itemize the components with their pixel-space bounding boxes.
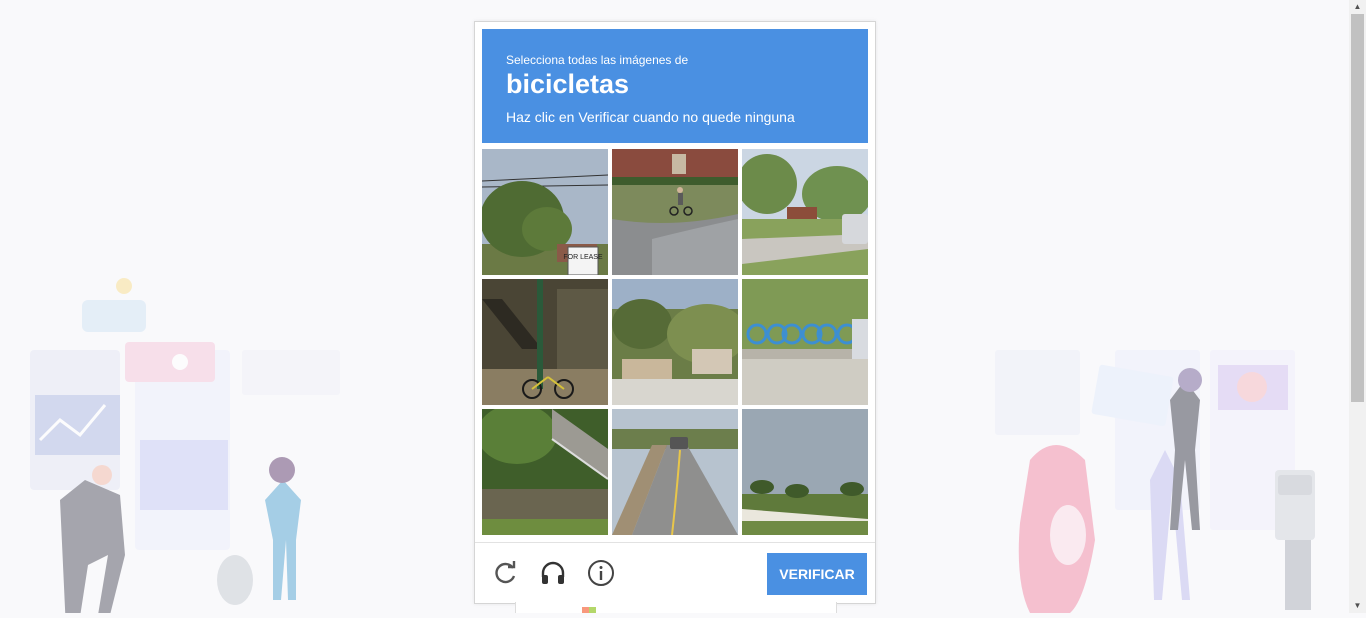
image-tile-1[interactable]: FOR LEASE [482, 149, 608, 275]
image-tile-9[interactable] [742, 409, 868, 535]
verify-button[interactable]: VERIFICAR [767, 553, 867, 595]
image-tile-4[interactable] [482, 279, 608, 405]
refresh-icon[interactable] [491, 559, 519, 587]
challenge-footer: VERIFICAR [475, 542, 875, 604]
scrollbar-thumb[interactable] [1351, 14, 1364, 402]
scroll-up-icon[interactable]: ▲ [1349, 0, 1366, 14]
microsoft-logo-icon [582, 607, 596, 613]
for-lease-sign-text: FOR LEASE [563, 254, 603, 261]
page-scrollbar[interactable]: ▲ ▼ [1349, 0, 1366, 613]
background-card [515, 602, 837, 613]
image-tile-3[interactable] [742, 149, 868, 275]
instruction-text: Selecciona todas las imágenes de [506, 53, 689, 67]
right-illustration [990, 340, 1340, 613]
image-grid: FOR LEASE [482, 149, 868, 535]
scroll-down-icon[interactable]: ▼ [1349, 599, 1366, 613]
captcha-challenge: Selecciona todas las imágenes de bicicle… [474, 21, 876, 604]
image-tile-8[interactable] [612, 409, 738, 535]
left-illustration [20, 270, 350, 618]
info-icon[interactable] [587, 559, 615, 587]
challenge-header: Selecciona todas las imágenes de bicicle… [482, 29, 868, 143]
instruction-hint: Haz clic en Verificar cuando no quede ni… [506, 109, 795, 125]
image-tile-5[interactable] [612, 279, 738, 405]
image-tile-6[interactable] [742, 279, 868, 405]
target-object-label: bicicletas [506, 69, 630, 99]
image-tile-2[interactable] [612, 149, 738, 275]
image-tile-7[interactable] [482, 409, 608, 535]
headphones-icon[interactable] [539, 559, 567, 587]
